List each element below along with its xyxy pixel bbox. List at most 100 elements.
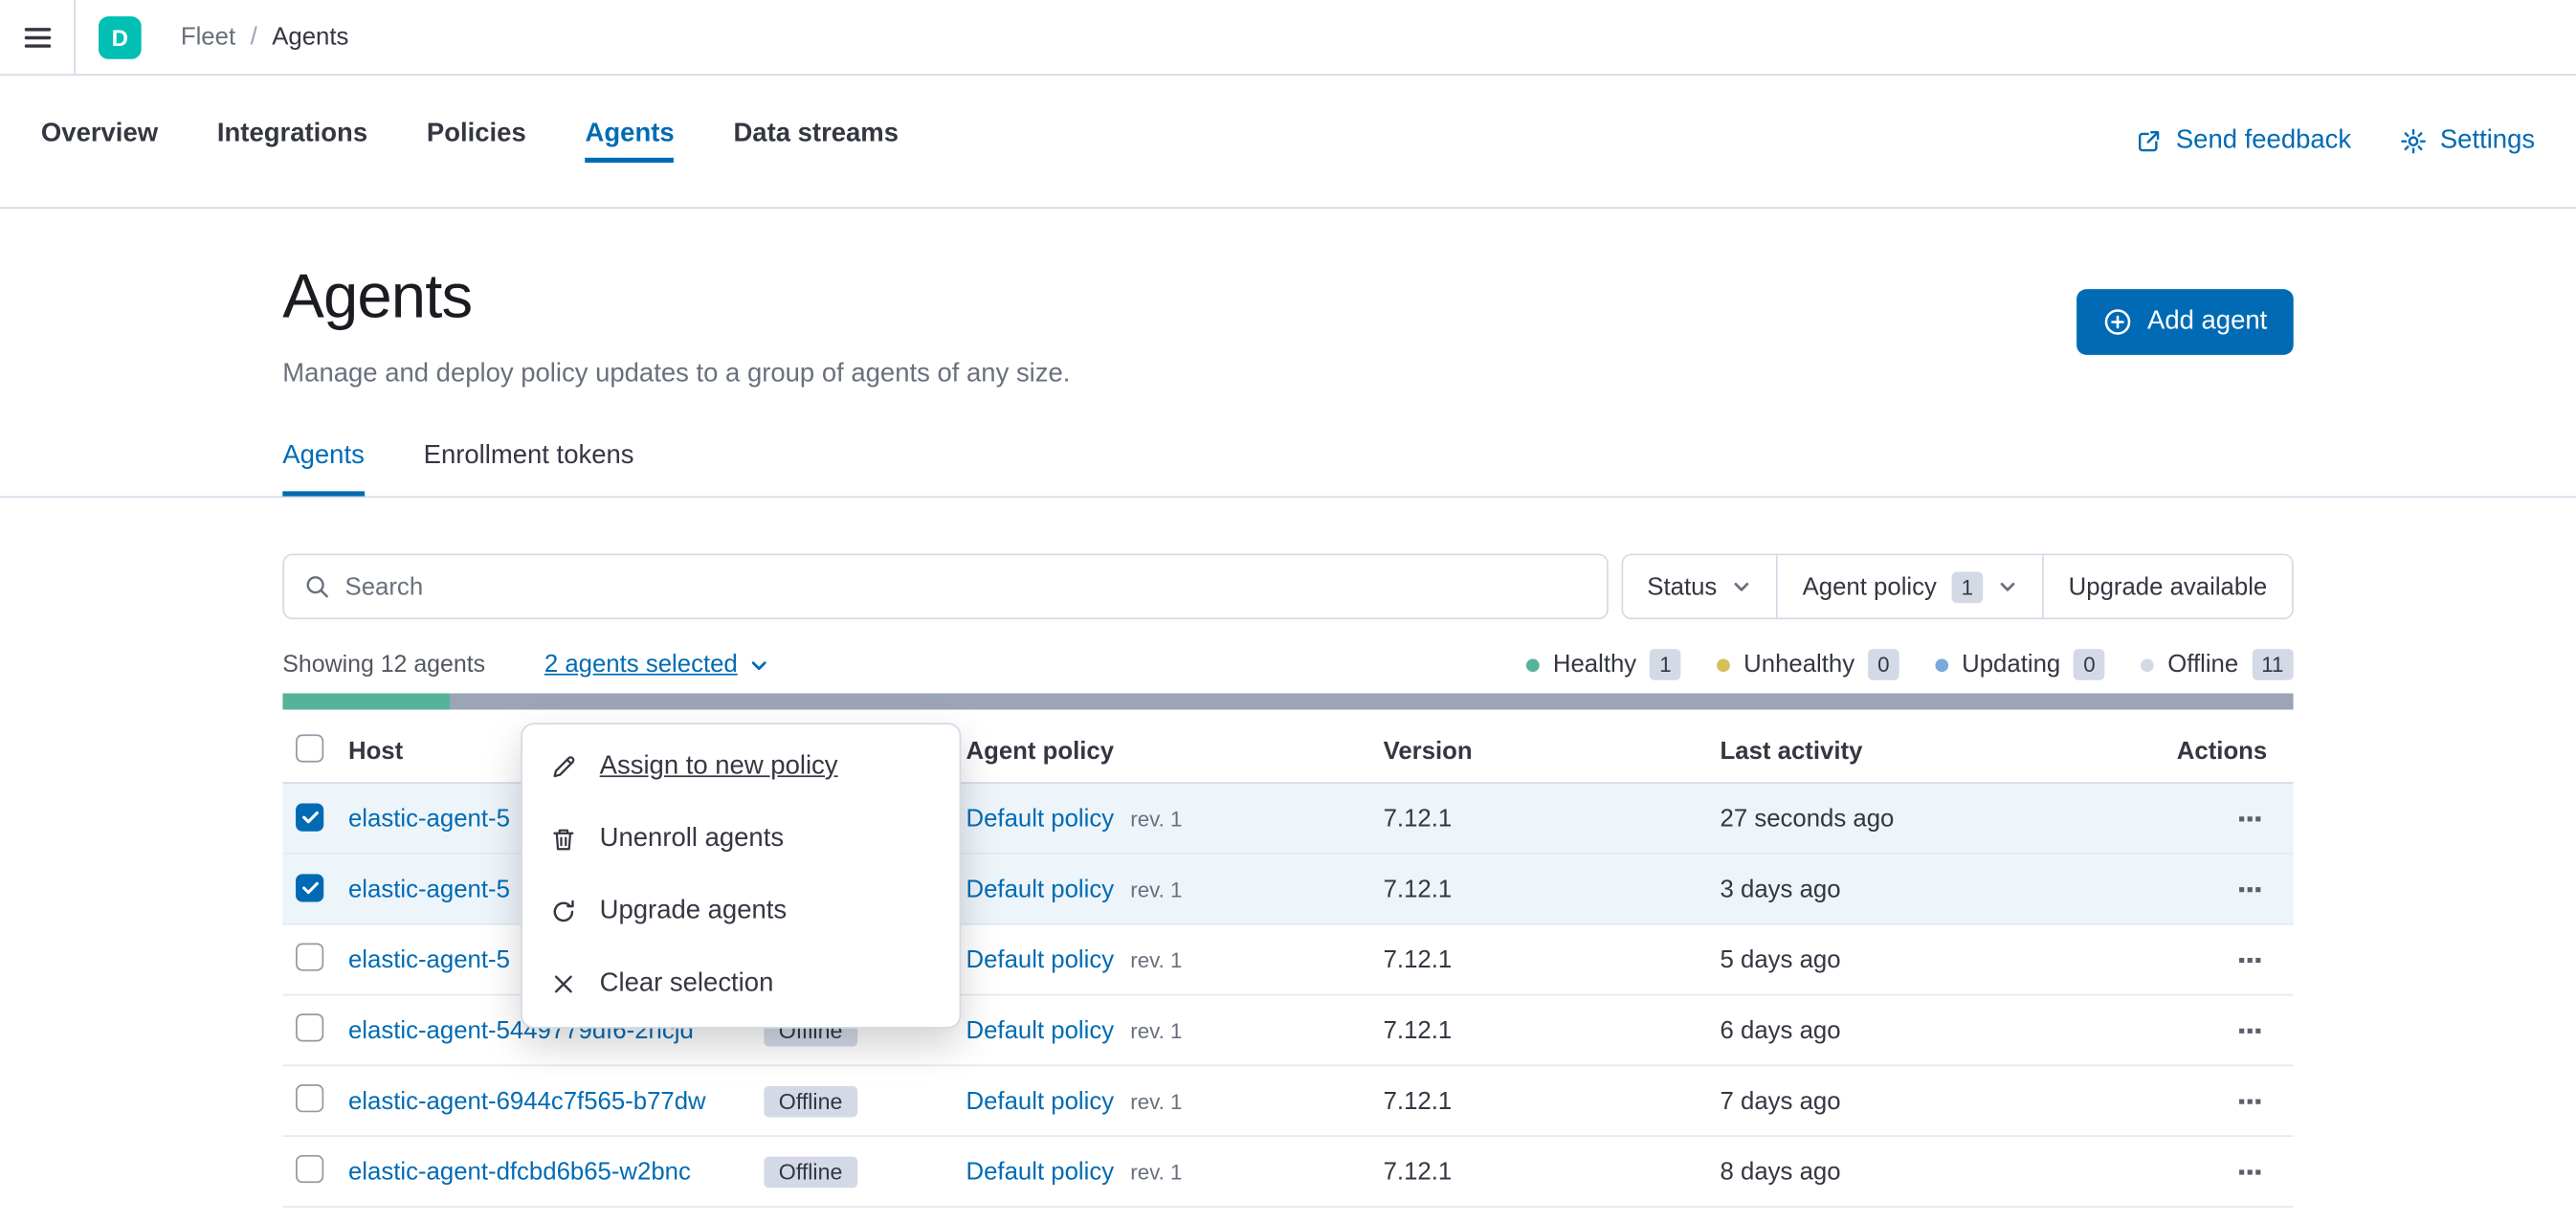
menu-item-upgrade-agents[interactable]: Upgrade agents	[522, 876, 960, 948]
search-box	[282, 554, 1608, 620]
agent-version: 7.12.1	[1384, 875, 1721, 902]
row-checkbox[interactable]	[296, 943, 323, 970]
tab-agents[interactable]: Agents	[586, 120, 675, 163]
send-feedback-label: Send feedback	[2176, 126, 2351, 156]
offline-dot-icon	[2142, 658, 2155, 672]
policy-link[interactable]: Default policy	[966, 1158, 1115, 1186]
refresh-icon	[550, 899, 576, 924]
menu-item-label: Clear selection	[600, 969, 774, 999]
policy-revision: rev. 1	[1130, 1018, 1182, 1043]
tab-policies[interactable]: Policies	[427, 120, 526, 163]
send-feedback-link[interactable]: Send feedback	[2137, 126, 2351, 156]
legend-count-badge: 0	[1868, 649, 1899, 680]
policy-revision: rev. 1	[1130, 1088, 1182, 1113]
status-filter-label: Status	[1647, 572, 1717, 600]
tab-integrations[interactable]: Integrations	[217, 120, 367, 163]
policy-revision: rev. 1	[1130, 947, 1182, 972]
nav-actions: Send feedback Settings	[2137, 126, 2535, 156]
menu-item-assign-to-new-policy[interactable]: Assign to new policy	[522, 731, 960, 804]
tab-overview[interactable]: Overview	[41, 120, 158, 163]
agent-policy-filter-button[interactable]: Agent policy 1	[1776, 555, 2042, 617]
tab-agents-list[interactable]: Agents	[282, 442, 365, 497]
legend-item-healthy: Healthy 1	[1526, 649, 1681, 680]
page-subtitle: Manage and deploy policy updates to a gr…	[282, 360, 1070, 389]
search-input[interactable]	[345, 572, 1587, 600]
row-checkbox[interactable]	[296, 803, 323, 831]
app-window: D Fleet / Agents Overview Integrations P…	[0, 0, 2576, 1223]
row-checkbox[interactable]	[296, 1012, 323, 1040]
breadcrumb-fleet[interactable]: Fleet	[181, 23, 235, 51]
cross-icon	[550, 971, 576, 997]
last-activity: 3 days ago	[1721, 875, 2147, 902]
policy-revision: rev. 1	[1130, 1159, 1182, 1184]
row-actions-button[interactable]	[2232, 1092, 2267, 1110]
unhealthy-dot-icon	[1718, 658, 1731, 672]
host-link[interactable]: elastic-agent-5	[348, 945, 510, 973]
menu-item-clear-selection[interactable]: Clear selection	[522, 948, 960, 1021]
breadcrumb: Fleet / Agents	[181, 23, 349, 51]
row-checkbox[interactable]	[296, 1154, 323, 1182]
breadcrumb-agents: Agents	[272, 23, 348, 51]
column-header-policy[interactable]: Agent policy	[966, 738, 1384, 766]
policy-link[interactable]: Default policy	[966, 875, 1115, 902]
upgrade-available-filter-button[interactable]: Upgrade available	[2042, 555, 2292, 617]
agent-version: 7.12.1	[1384, 1087, 1721, 1115]
column-header-last-activity[interactable]: Last activity	[1721, 738, 2147, 766]
host-link[interactable]: elastic-agent-6944c7f565-b77dw	[348, 1087, 706, 1115]
host-link[interactable]: elastic-agent-dfcbd6b65-w2bnc	[348, 1158, 691, 1186]
add-agent-label: Add agent	[2147, 307, 2267, 337]
policy-link[interactable]: Default policy	[966, 804, 1115, 832]
settings-link[interactable]: Settings	[2401, 126, 2535, 156]
row-actions-button[interactable]	[2232, 879, 2267, 898]
search-icon	[304, 573, 330, 599]
page-header: Agents Manage and deploy policy updates …	[0, 209, 2576, 498]
row-checkbox[interactable]	[296, 874, 323, 901]
settings-label: Settings	[2440, 126, 2535, 156]
row-actions-button[interactable]	[2232, 1163, 2267, 1181]
agents-selected-dropdown[interactable]: 2 agents selected	[544, 651, 769, 678]
tab-enrollment-tokens[interactable]: Enrollment tokens	[424, 442, 634, 497]
breadcrumb-separator: /	[251, 23, 257, 51]
select-all-checkbox[interactable]	[296, 734, 323, 762]
last-activity: 6 days ago	[1721, 1016, 2147, 1044]
legend-label: Unhealthy	[1743, 651, 1854, 678]
row-actions-button[interactable]	[2232, 810, 2267, 828]
menu-toggle-button[interactable]	[0, 0, 76, 74]
last-activity: 27 seconds ago	[1721, 804, 2147, 832]
chevron-down-icon	[749, 655, 769, 675]
last-activity: 5 days ago	[1721, 945, 2147, 973]
host-link[interactable]: elastic-agent-5	[348, 804, 510, 832]
policy-link[interactable]: Default policy	[966, 1016, 1115, 1044]
column-header-version[interactable]: Version	[1384, 738, 1721, 766]
host-link[interactable]: elastic-agent-5	[348, 875, 510, 902]
row-actions-button[interactable]	[2232, 950, 2267, 968]
policy-link[interactable]: Default policy	[966, 945, 1115, 973]
row-checkbox[interactable]	[296, 1083, 323, 1111]
menu-item-unenroll-agents[interactable]: Unenroll agents	[522, 804, 960, 877]
upgrade-available-label: Upgrade available	[2069, 572, 2268, 600]
updating-dot-icon	[1936, 658, 1949, 672]
agent-version: 7.12.1	[1384, 1158, 1721, 1186]
column-header-actions: Actions	[2177, 738, 2294, 766]
tab-data-streams[interactable]: Data streams	[733, 120, 899, 163]
space-avatar[interactable]: D	[99, 15, 142, 58]
policy-link[interactable]: Default policy	[966, 1087, 1115, 1115]
row-actions-button[interactable]	[2232, 1021, 2267, 1039]
chevron-down-icon	[1998, 577, 2018, 597]
selection-actions-menu: Assign to new policy Unenroll agents Upg…	[521, 723, 961, 1028]
status-filter-button[interactable]: Status	[1623, 555, 1777, 617]
agent-version: 7.12.1	[1384, 1016, 1721, 1044]
pencil-icon	[550, 754, 576, 780]
agent-policy-filter-label: Agent policy	[1803, 572, 1937, 600]
chevron-down-icon	[1732, 577, 1752, 597]
filter-group: Status Agent policy 1 Upgrade available	[1621, 554, 2294, 620]
legend-label: Updating	[1962, 651, 2060, 678]
agent-version: 7.12.1	[1384, 945, 1721, 973]
fleet-nav-bar: Overview Integrations Policies Agents Da…	[0, 76, 2576, 209]
legend-item-offline: Offline 11	[2142, 649, 2294, 680]
status-legend: Healthy 1 Unhealthy 0 Updating 0 Offline…	[1526, 649, 2293, 680]
add-agent-button[interactable]: Add agent	[2076, 289, 2294, 355]
trash-icon	[550, 827, 576, 853]
gear-icon	[2401, 128, 2427, 154]
legend-label: Offline	[2167, 651, 2238, 678]
